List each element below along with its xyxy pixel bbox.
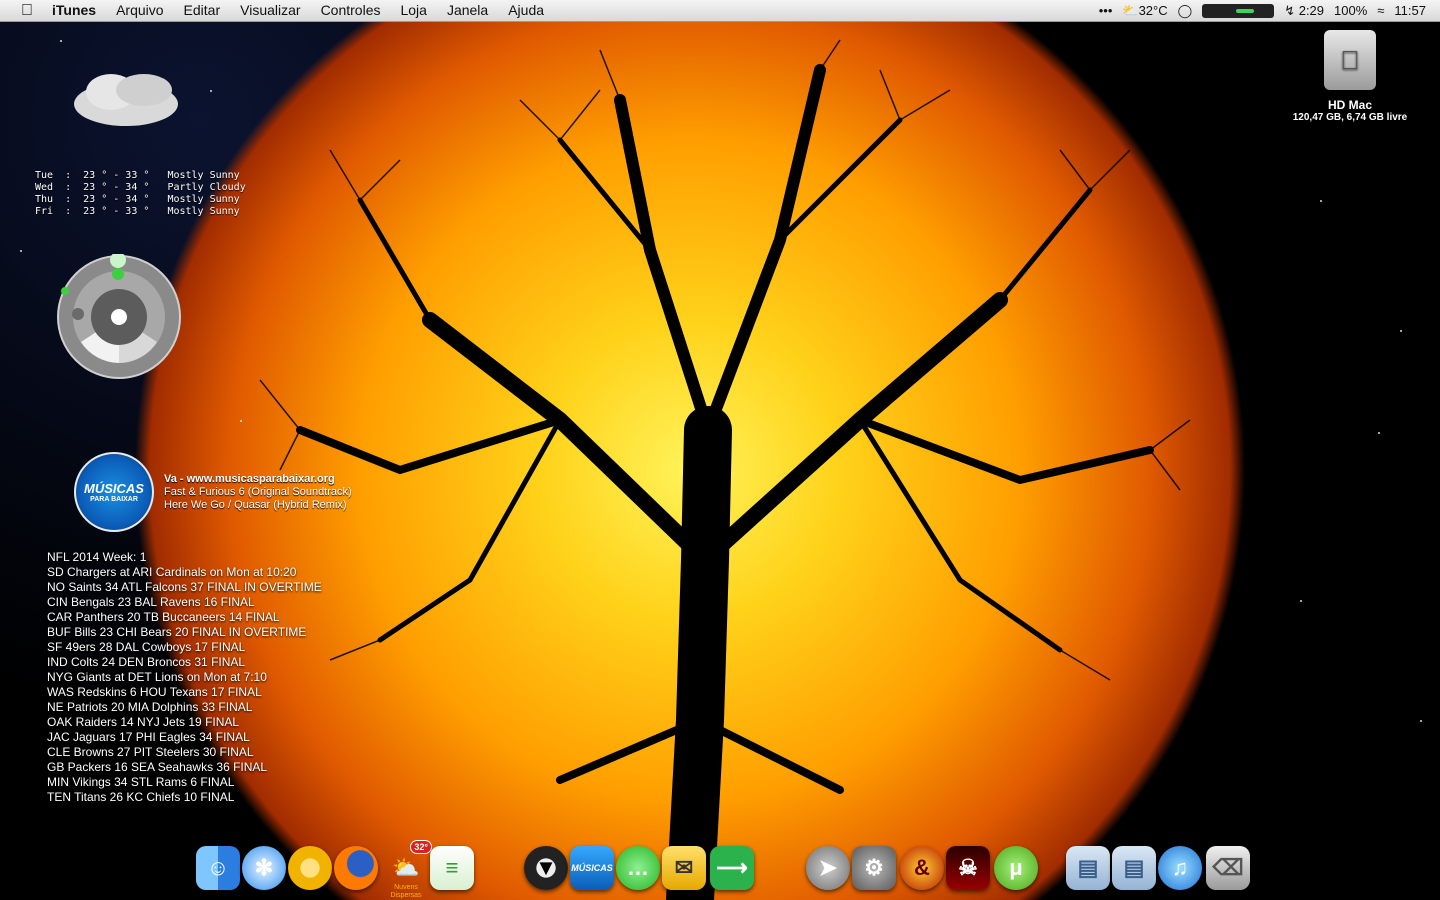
feedly-icon[interactable]: ⟶: [710, 846, 754, 890]
nfl-game: BUF Bills 23 CHI Bears 20 FINAL IN OVERT…: [47, 625, 307, 639]
ampersand-app-icon[interactable]: &: [900, 846, 944, 890]
menu-janela[interactable]: Janela: [437, 0, 498, 21]
money-app-icon[interactable]: ≡: [430, 846, 474, 890]
mail-lock-icon[interactable]: ✉: [662, 846, 706, 890]
menu-arquivo[interactable]: Arquivo: [106, 0, 173, 21]
nfl-game: SD Chargers at ARI Cardinals on Mon at 1…: [47, 565, 297, 579]
shazam-icon[interactable]: ◯: [1178, 3, 1193, 19]
nfl-game: OAK Raiders 14 NYJ Jets 19 FINAL: [47, 715, 240, 729]
safari-icon[interactable]: ✻: [242, 846, 286, 890]
nfl-game: CIN Bengals 23 BAL Ravens 16 FINAL: [47, 595, 255, 609]
launchpad-icon[interactable]: ➤: [806, 846, 850, 890]
status-area: ••• ⛅32°C ◯ ↯ 2:29 100% ≈ 11:57: [1099, 3, 1440, 19]
desktop:  iTunes Arquivo Editar Visualizar Contr…: [0, 0, 1440, 900]
album-art-subtitle: PARA BAIXAR: [90, 496, 138, 503]
album-art: MÚSICAS PARA BAIXAR: [74, 452, 154, 532]
more-menu[interactable]: •••: [1099, 3, 1113, 18]
downloads-folder-icon[interactable]: ▤: [1112, 846, 1156, 890]
system-preferences-icon[interactable]: ⚙: [852, 846, 896, 890]
menu-bar:  iTunes Arquivo Editar Visualizar Contr…: [0, 0, 1440, 22]
drive-info: 120,47 GB, 6,74 GB livre: [1292, 112, 1408, 123]
forecast-row: Wed : 23 ° - 34 ° Partly Cloudy: [35, 182, 246, 193]
activity-meter[interactable]: [1202, 3, 1275, 18]
forecast-row: Tue : 23 ° - 33 ° Mostly Sunny: [35, 170, 240, 181]
track-title: Here We Go / Quasar (Hybrid Remix): [164, 498, 347, 511]
weather-app-label: Nuvens Dispersas: [390, 884, 422, 899]
track-info: Va - www.musicasparabaixar.org Fast & Fu…: [164, 473, 352, 512]
weather-forecast: Tue : 23 ° - 33 ° Mostly Sunny Wed : 23 …: [35, 170, 246, 218]
bolt-icon: ↯: [1284, 2, 1296, 18]
nfl-game: WAS Redskins 6 HOU Texans 17 FINAL: [47, 685, 262, 699]
temperature-label: 32°C: [1138, 2, 1168, 18]
nfl-game: CAR Panthers 20 TB Buccaneers 14 FINAL: [47, 610, 280, 624]
nfl-game: GB Packers 16 SEA Seahawks 36 FINAL: [47, 760, 268, 774]
battery-status[interactable]: ↯ 2:29: [1284, 3, 1324, 19]
firefox-icon[interactable]: [334, 846, 378, 890]
weather-badge: 32°: [410, 840, 432, 854]
trash-icon[interactable]: ⌫: [1206, 846, 1250, 890]
hd-mac-drive[interactable]:  HD Mac 120,47 GB, 6,74 GB livre: [1293, 30, 1407, 123]
hard-drive-icon: : [1324, 30, 1376, 90]
mask-game-icon[interactable]: ☠: [946, 846, 990, 890]
itunes-icon[interactable]: ♫: [1158, 846, 1202, 890]
weather-app-icon[interactable]: ⛅ 32° Nuvens Dispersas: [384, 840, 432, 899]
nfl-game: NE Patriots 20 MIA Dolphins 33 FINAL: [47, 700, 253, 714]
nfl-game: CLE Browns 27 PIT Steelers 30 FINAL: [47, 745, 254, 759]
tuxedo-app-icon[interactable]: ▼: [524, 846, 568, 890]
messages-icon[interactable]: …: [616, 846, 660, 890]
menu-visualizar[interactable]: Visualizar: [230, 0, 310, 21]
partly-sunny-icon: ⛅: [1122, 2, 1139, 18]
apple-menu-icon[interactable]: : [12, 2, 42, 20]
dock: ☺ ✻ ⛅ 32° Nuvens Dispersas ≡ ▼ MÚSICAS ……: [0, 838, 1440, 900]
forecast-row: Fri : 23 ° - 33 ° Mostly Sunny: [35, 206, 240, 217]
drive-name: HD Mac: [1327, 98, 1372, 112]
menu-editar[interactable]: Editar: [174, 0, 231, 21]
menu-app-name[interactable]: iTunes: [42, 0, 106, 21]
cloud-icon: [74, 74, 178, 126]
nfl-scores-widget: NFL 2014 Week: 1 SD Chargers at ARI Card…: [47, 550, 322, 805]
utorrent-icon[interactable]: μ: [994, 846, 1038, 890]
now-playing-widget[interactable]: MÚSICAS PARA BAIXAR Va - www.musicaspara…: [74, 452, 352, 532]
track-album: Fast & Furious 6 (Original Soundtrack): [164, 485, 352, 498]
nfl-game: NO Saints 34 ATL Falcons 37 FINAL IN OVE…: [47, 580, 322, 594]
finder-icon[interactable]: ☺: [196, 846, 240, 890]
nfl-game: JAC Jaguars 17 PHI Eagles 34 FINAL: [47, 730, 250, 744]
menu-controles[interactable]: Controles: [311, 0, 391, 21]
menu-ajuda[interactable]: Ajuda: [498, 0, 554, 21]
nfl-game: SF 49ers 28 DAL Cowboys 17 FINAL: [47, 640, 246, 654]
menu-loja[interactable]: Loja: [390, 0, 436, 21]
system-monitor-dial[interactable]: [56, 254, 182, 380]
battery-time: 2:29: [1298, 2, 1325, 18]
album-art-title: MÚSICAS: [84, 481, 144, 496]
nfl-header: NFL 2014 Week: 1: [47, 550, 147, 564]
documents-folder-icon[interactable]: ▤: [1066, 846, 1110, 890]
weather-status[interactable]: ⛅32°C: [1122, 3, 1167, 19]
chrome-icon[interactable]: [288, 846, 332, 890]
activity-meter-fill: [1236, 8, 1255, 13]
nfl-game: IND Colts 24 DEN Broncos 31 FINAL: [47, 655, 246, 669]
wifi-icon[interactable]: ≈: [1377, 3, 1384, 18]
menu-clock[interactable]: 11:57: [1394, 3, 1426, 18]
nfl-game: TEN Titans 26 KC Chiefs 10 FINAL: [47, 790, 235, 804]
track-artist: Va - www.musicasparabaixar.org: [164, 472, 335, 485]
musicas-app-icon[interactable]: MÚSICAS: [570, 846, 614, 890]
battery-percent[interactable]: 100%: [1334, 3, 1367, 18]
nfl-game: MIN Vikings 34 STL Rams 6 FINAL: [47, 775, 235, 789]
forecast-row: Thu : 23 ° - 34 ° Mostly Sunny: [35, 194, 240, 205]
nfl-game: NYG Giants at DET Lions on Mon at 7:10: [47, 670, 267, 684]
